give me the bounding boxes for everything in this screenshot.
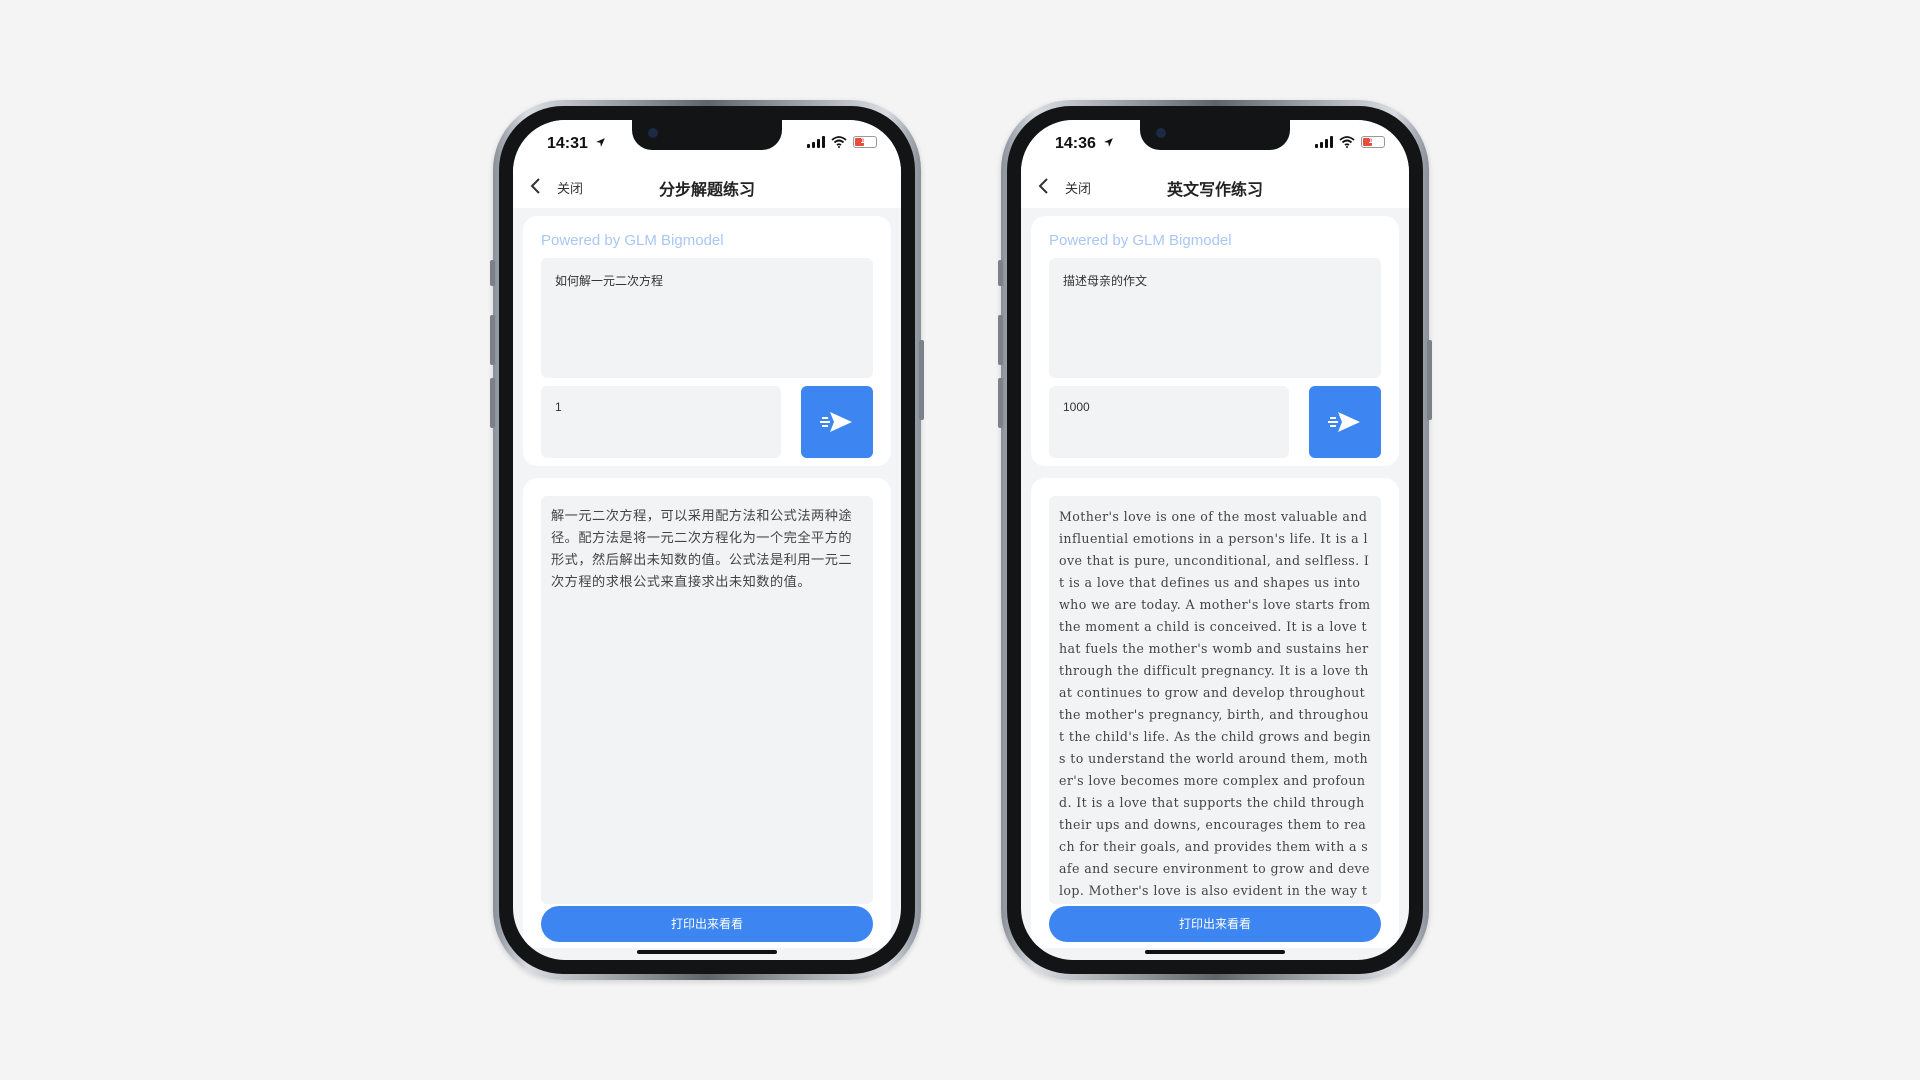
send-icon xyxy=(820,412,852,432)
status-time: 14:31 xyxy=(547,135,606,153)
home-indicator[interactable] xyxy=(637,950,777,954)
screen: 14:31 16 关闭 分步解题练习 Powered by GLM Bigmod… xyxy=(513,120,901,960)
number-input[interactable]: 1000 xyxy=(1049,386,1289,458)
volume-up-button xyxy=(490,315,495,365)
battery-level: 16 xyxy=(860,136,870,145)
phone-mockup-left: 14:31 16 关闭 分步解题练习 Powered by GLM Bigmod… xyxy=(490,100,924,980)
prompt-input[interactable]: 描述母亲的作文 xyxy=(1049,258,1381,378)
time-text: 14:31 xyxy=(547,135,588,152)
send-icon xyxy=(1328,412,1360,432)
mute-switch xyxy=(490,260,495,286)
phone-mockup-right: 14:36 16 关闭 英文写作练习 Powered by GLM Bigmod… xyxy=(998,100,1432,980)
bezel: 14:31 16 关闭 分步解题练习 Powered by GLM Bigmod… xyxy=(499,106,915,974)
front-camera xyxy=(1156,128,1166,138)
volume-down-button xyxy=(998,378,1003,428)
signal-icon xyxy=(1315,136,1333,148)
battery-level: 16 xyxy=(1368,136,1378,145)
powered-by-label: Powered by GLM Bigmodel xyxy=(541,232,724,249)
output-area[interactable]: 解一元二次方程，可以采用配方法和公式法两种途径。配方法是将一元二次方程化为一个完… xyxy=(541,496,873,904)
output-text: Mother's love is one of the most valuabl… xyxy=(1059,509,1372,898)
volume-up-button xyxy=(998,315,1003,365)
print-button[interactable]: 打印出来看看 xyxy=(541,906,873,942)
status-icons: 16 xyxy=(1315,136,1385,148)
powered-by-label: Powered by GLM Bigmodel xyxy=(1049,232,1232,249)
time-text: 14:36 xyxy=(1055,135,1096,152)
number-input[interactable]: 1 xyxy=(541,386,781,458)
bezel: 14:36 16 关闭 英文写作练习 Powered by GLM Bigmod… xyxy=(1007,106,1423,974)
prompt-input[interactable]: 如何解一元二次方程 xyxy=(541,258,873,378)
signal-icon xyxy=(807,136,825,148)
location-arrow-icon xyxy=(596,138,606,147)
battery-icon: 16 xyxy=(1361,136,1385,148)
nav-bar: 关闭 英文写作练习 xyxy=(1021,164,1409,208)
input-card: Powered by GLM Bigmodel 如何解一元二次方程 1 xyxy=(523,216,891,466)
notch xyxy=(632,120,782,150)
mute-switch xyxy=(998,260,1003,286)
front-camera xyxy=(648,128,658,138)
output-text: 解一元二次方程，可以采用配方法和公式法两种途径。配方法是将一元二次方程化为一个完… xyxy=(551,509,853,590)
battery-icon: 16 xyxy=(853,136,877,148)
number-text: 1000 xyxy=(1063,400,1090,414)
send-button[interactable] xyxy=(1309,386,1381,458)
nav-bar: 关闭 分步解题练习 xyxy=(513,164,901,208)
output-card: Mother's love is one of the most valuabl… xyxy=(1031,478,1399,948)
notch xyxy=(1140,120,1290,150)
volume-down-button xyxy=(490,378,495,428)
status-time: 14:36 xyxy=(1055,135,1114,153)
wifi-icon xyxy=(1339,136,1355,148)
status-icons: 16 xyxy=(807,136,877,148)
output-area[interactable]: Mother's love is one of the most valuabl… xyxy=(1049,496,1381,904)
print-button[interactable]: 打印出来看看 xyxy=(1049,906,1381,942)
wifi-icon xyxy=(831,136,847,148)
home-indicator[interactable] xyxy=(1145,950,1285,954)
page-title: 分步解题练习 xyxy=(658,182,755,199)
prompt-text: 描述母亲的作文 xyxy=(1063,274,1148,288)
page-title: 英文写作练习 xyxy=(1166,182,1263,199)
output-card: 解一元二次方程，可以采用配方法和公式法两种途径。配方法是将一元二次方程化为一个完… xyxy=(523,478,891,948)
screen: 14:36 16 关闭 英文写作练习 Powered by GLM Bigmod… xyxy=(1021,120,1409,960)
send-button[interactable] xyxy=(801,386,873,458)
prompt-text: 如何解一元二次方程 xyxy=(555,274,664,288)
power-button xyxy=(919,340,924,420)
power-button xyxy=(1427,340,1432,420)
number-text: 1 xyxy=(555,400,562,414)
location-arrow-icon xyxy=(1104,138,1114,147)
input-card: Powered by GLM Bigmodel 描述母亲的作文 1000 xyxy=(1031,216,1399,466)
